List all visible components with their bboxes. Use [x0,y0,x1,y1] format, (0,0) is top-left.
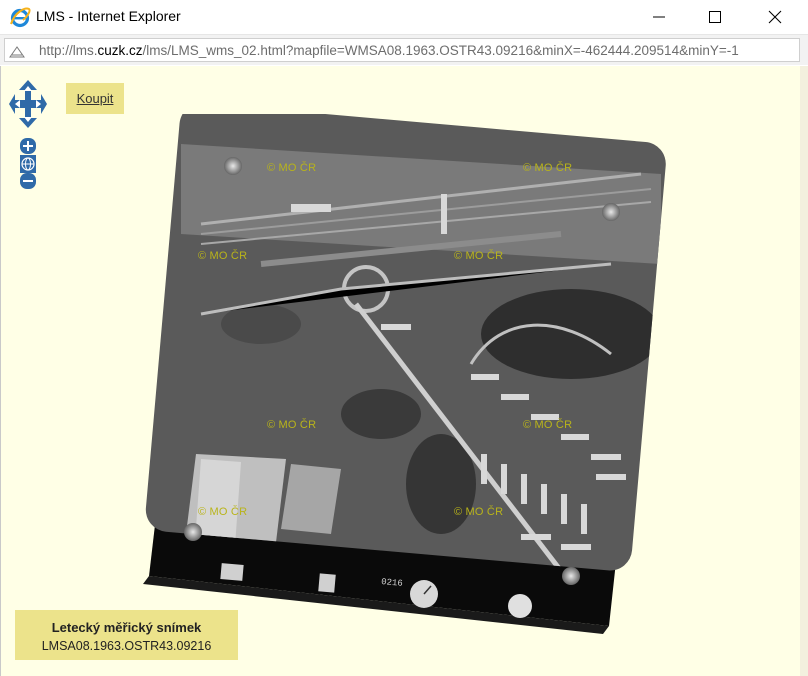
url-field[interactable]: http://lms.cuzk.cz/lms/LMS_wms_02.html?m… [4,38,800,62]
page-icon [9,46,25,58]
url-path: /lms/LMS_wms_02.html?mapfile=WMSA08.1963… [142,43,739,58]
watermark: © MO ČR [454,250,504,262]
watermark: © MO ČR [523,419,573,431]
window-title: LMS - Internet Explorer [36,8,181,24]
url-prefix: http://lms. [39,43,98,58]
url-text: http://lms.cuzk.cz/lms/LMS_wms_02.html?m… [39,43,799,58]
watermark: © MO ČR [267,162,317,174]
info-photo-id: LMSA08.1963.OSTR43.09216 [41,639,212,653]
watermark: © MO ČR [198,250,248,262]
minimize-button[interactable] [636,0,682,34]
watermark: © MO ČR [454,506,504,518]
close-icon [768,10,782,24]
pan-arrows-icon[interactable] [9,80,47,128]
window-edge [800,66,808,676]
close-button[interactable] [752,0,798,34]
minimize-icon [653,16,665,18]
aerial-photo: 0216 [143,114,668,634]
map-navigation [9,80,47,189]
zoom-out-icon[interactable] [20,173,36,189]
watermark: © MO ČR [523,162,573,174]
url-domain: cuzk.cz [97,43,143,58]
buy-button[interactable]: Koupit [66,83,124,114]
address-bar: http://lms.cuzk.cz/lms/LMS_wms_02.html?m… [0,35,808,65]
watermark: © MO ČR [198,506,248,518]
globe-icon[interactable] [20,155,36,173]
maximize-button[interactable] [692,0,738,34]
zoom-in-icon[interactable] [20,138,36,154]
photo-info-panel: Letecký měřický snímek LMSA08.1963.OSTR4… [15,610,238,660]
map-viewport[interactable]: Koupit 0216 © MO ČR © MO ČR © MO ČR © MO… [0,66,808,676]
info-title: Letecký měřický snímek [51,620,202,635]
watermark: © MO ČR [267,419,317,431]
title-bar: LMS - Internet Explorer [0,0,808,35]
maximize-icon [709,11,721,23]
ie-logo-icon [10,7,31,28]
film-number: 0216 [381,577,403,589]
